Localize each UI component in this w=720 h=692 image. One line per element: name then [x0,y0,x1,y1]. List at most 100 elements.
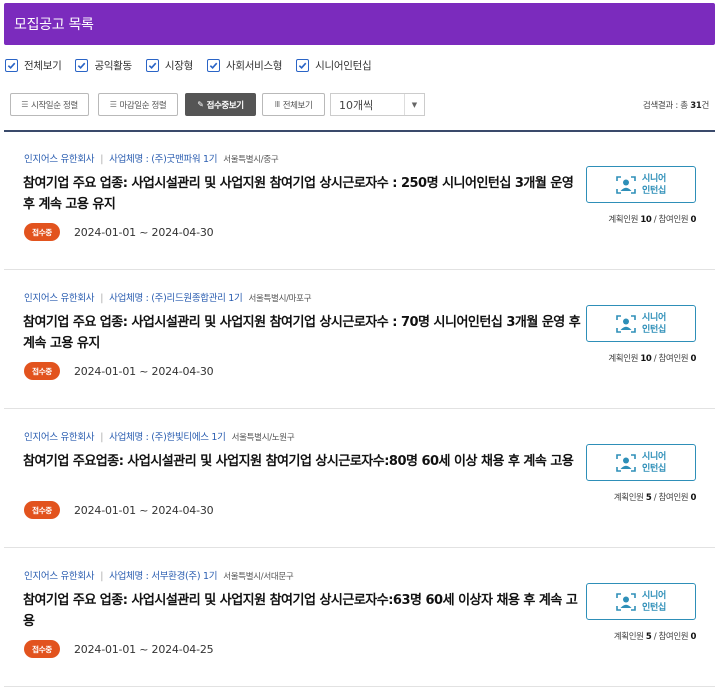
location: 서울특별시/마포구 [248,294,312,304]
recruit-period: 2024-01-01 ~ 2024-04-30 [74,226,214,239]
org-name: 인지어스 유한회사 [24,293,95,304]
list-item[interactable]: 인지어스 유한회사 | 사업체명 : (주)리드원종합관리 1기 서울특별시/마포구 … [4,270,715,409]
apply-label-line2: 인턴십 [642,463,666,474]
person-icon [616,314,636,333]
listing-meta: 인지어스 유한회사 | 사업체명 : (주)한빛티에스 1기 서울특별시/노원구 [24,432,295,443]
apply-label-line1: 시니어 [642,312,666,323]
recruit-period: 2024-01-01 ~ 2024-04-30 [74,504,214,517]
planned-label: 계획인원 [613,493,644,503]
listing-title[interactable]: 참여기업 주요 업종: 사업시설관리 및 사업지원 참여기업 상시근로자수 : … [23,312,583,354]
view-open-button[interactable]: ✎ 접수중보기 [185,93,256,116]
senior-internship-button[interactable]: 시니어 인턴십 [586,305,696,342]
filter-label: 시니어인턴십 [315,59,372,72]
sort-by-start-label: 시작일순 정렬 [30,100,78,111]
page-title: 모집공고 목록 [14,17,94,33]
list-icon: ☰ [21,100,28,109]
chevron-down-icon[interactable]: ▼ [404,94,424,115]
apply-label-line1: 시니어 [642,173,666,184]
sort-by-end-button[interactable]: ☰ 마감일순 정렬 [98,93,178,116]
view-open-label: 접수중보기 [206,100,245,111]
result-number: 31 [690,101,702,111]
person-icon [616,453,636,472]
filter-public-service[interactable]: 공익활동 [75,58,132,73]
checkbox-checked-icon[interactable] [5,58,18,72]
filter-market[interactable]: 시장형 [145,58,193,73]
list-item[interactable]: 인지어스 유한회사 | 사업체명 : (주)굿맨파워 1기 서울특별시/중구 참여기업… [4,131,715,270]
listing-meta: 인지어스 유한회사 | 사업체명 : (주)굿맨파워 1기 서울특별시/중구 [24,154,279,165]
apply-label-line2: 인턴십 [642,602,666,613]
headcount-info: 계획인원 5 / 참여인원 0 [586,630,696,642]
participants-label: 참여인원 [658,632,689,642]
planned-count: 10 [640,354,652,364]
participants-count: 0 [690,354,696,364]
planned-label: 계획인원 [613,632,644,642]
filter-label: 공익활동 [94,59,132,72]
pencil-icon: ✎ [197,100,204,109]
senior-internship-button[interactable]: 시니어 인턴십 [586,444,696,481]
result-suffix: 건 [701,101,709,111]
planned-label: 계획인원 [608,354,639,364]
recruit-period: 2024-01-01 ~ 2024-04-25 [74,643,214,656]
list-item[interactable]: 인지어스 유한회사 | 사업체명 : (주)한빛티에스 1기 서울특별시/노원구 참여… [4,409,715,548]
filter-senior-internship[interactable]: 시니어인턴십 [296,58,372,73]
list-toolbar: ☰ 시작일순 정렬 ☰ 마감일순 정렬 ✎ 접수중보기 Ⅲ 전체보기 10개씩 … [10,93,715,116]
list-item[interactable]: 인지어스 유한회사 | 사업체명 : 서부환경(주) 1기 서울특별시/서대문구 참여… [4,548,715,687]
org-name: 인지어스 유한회사 [24,571,95,582]
location: 서울특별시/중구 [223,155,279,165]
listing-title[interactable]: 참여기업 주요 업종: 사업시설관리 및 사업지원 참여기업 상시근로자수 : … [23,173,583,215]
business-name: 사업체명 : (주)리드원종합관리 1기 [109,293,243,304]
location: 서울특별시/노원구 [231,433,295,443]
apply-label-line1: 시니어 [642,451,666,462]
participants-label: 참여인원 [658,493,689,503]
participants-count: 0 [690,632,696,642]
apply-label-line1: 시니어 [642,590,666,601]
view-all-label: 전체보기 [282,100,313,111]
person-icon [616,592,636,611]
person-icon [616,175,636,194]
participants-label: 참여인원 [658,215,689,225]
result-prefix: 검색결과 : 총 [642,101,691,111]
filter-label: 전체보기 [24,59,62,72]
listing-meta: 인지어스 유한회사 | 사업체명 : 서부환경(주) 1기 서울특별시/서대문구 [24,571,294,582]
status-badge: 접수중 [24,362,60,380]
filter-label: 시장형 [164,59,193,72]
planned-count: 10 [640,215,652,225]
listing-title[interactable]: 참여기업 주요업종: 사업시설관리 및 사업지원 참여기업 상시근로자수:80명… [23,451,583,472]
participants-label: 참여인원 [658,354,689,364]
senior-internship-button[interactable]: 시니어 인턴십 [586,583,696,620]
checkbox-checked-icon[interactable] [207,58,220,72]
page-size-value: 10개씩 [339,98,374,112]
filter-label: 사회서비스형 [226,59,283,72]
filter-all[interactable]: 전체보기 [5,58,62,73]
location: 서울특별시/서대문구 [223,572,294,582]
senior-internship-button[interactable]: 시니어 인턴십 [586,166,696,203]
checkbox-checked-icon[interactable] [145,58,159,72]
headcount-info: 계획인원 10 / 참여인원 0 [586,352,696,364]
org-name: 인지어스 유한회사 [24,432,95,443]
headcount-info: 계획인원 10 / 참여인원 0 [586,213,696,225]
grid-icon: Ⅲ [274,100,281,109]
checkbox-checked-icon[interactable] [75,58,89,72]
apply-label-line2: 인턴십 [642,324,666,335]
page-size-select[interactable]: 10개씩 ▼ [330,93,425,116]
filter-social-service[interactable]: 사회서비스형 [207,58,282,73]
participants-count: 0 [690,215,696,225]
checkbox-checked-icon[interactable] [296,58,310,72]
list-icon: ☰ [109,100,117,109]
listing-title[interactable]: 참여기업 주요 업종: 사업시설관리 및 사업지원 참여기업 상시근로자수:63… [23,590,583,632]
listing-meta: 인지어스 유한회사 | 사업체명 : (주)리드원종합관리 1기 서울특별시/마포구 [24,293,312,304]
category-filters: 전체보기 공익활동 시장형 사회서비스형 시니어인턴십 [5,57,385,73]
sort-by-end-label: 마감일순 정렬 [119,100,167,111]
view-all-button[interactable]: Ⅲ 전체보기 [262,93,325,116]
apply-label-line2: 인턴십 [642,185,666,196]
org-name: 인지어스 유한회사 [24,154,95,165]
headcount-info: 계획인원 5 / 참여인원 0 [586,491,696,503]
business-name: 사업체명 : (주)한빛티에스 1기 [109,432,226,443]
participants-count: 0 [690,493,696,503]
business-name: 사업체명 : (주)굿맨파워 1기 [109,154,218,165]
status-badge: 접수중 [24,640,60,658]
recruit-period: 2024-01-01 ~ 2024-04-30 [74,365,214,378]
status-badge: 접수중 [24,501,60,519]
sort-by-start-button[interactable]: ☰ 시작일순 정렬 [10,93,89,116]
status-badge: 접수중 [24,223,60,241]
